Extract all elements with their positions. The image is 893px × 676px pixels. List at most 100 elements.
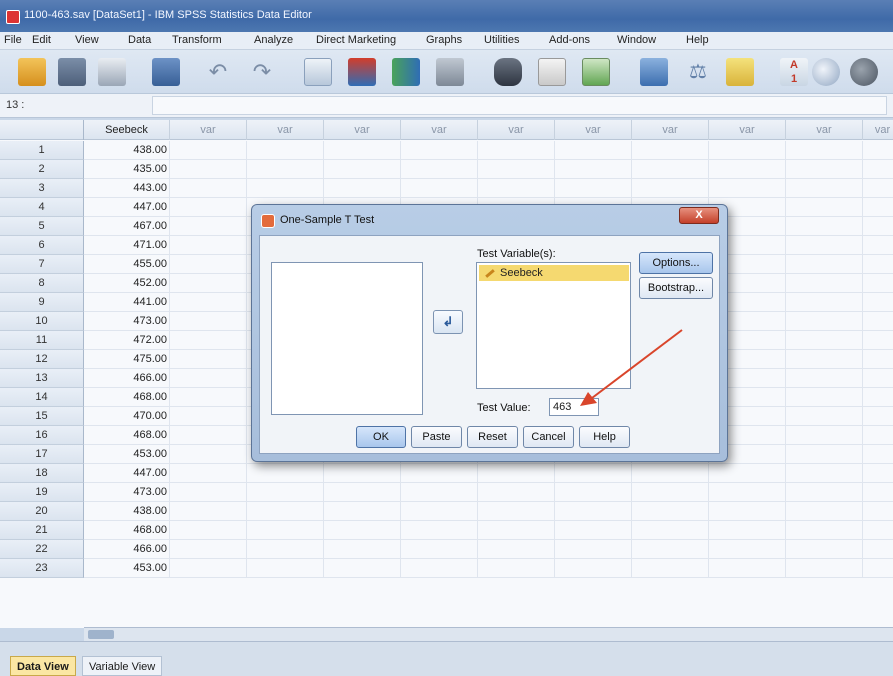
empty-cell[interactable] <box>786 350 863 369</box>
empty-cell[interactable] <box>786 540 863 559</box>
seebeck-cell[interactable]: 468.00 <box>84 426 170 445</box>
row-number[interactable]: 13 <box>0 369 84 388</box>
row-number[interactable]: 3 <box>0 179 84 198</box>
weight-cases-icon[interactable]: ⚖ <box>684 58 712 86</box>
empty-cell[interactable] <box>478 540 555 559</box>
empty-cell[interactable] <box>324 540 401 559</box>
empty-cell[interactable] <box>170 350 247 369</box>
test-value-input[interactable]: 463 <box>549 398 599 416</box>
value-labels-icon[interactable]: A1 <box>780 58 808 86</box>
empty-cell[interactable] <box>170 540 247 559</box>
empty-cell[interactable] <box>709 502 786 521</box>
empty-cell[interactable] <box>247 540 324 559</box>
empty-cell[interactable] <box>478 483 555 502</box>
empty-cell[interactable] <box>786 407 863 426</box>
empty-cell[interactable] <box>709 540 786 559</box>
empty-cell[interactable] <box>863 293 893 312</box>
row-number[interactable]: 10 <box>0 312 84 331</box>
empty-cell[interactable] <box>786 483 863 502</box>
empty-cell[interactable] <box>863 217 893 236</box>
empty-cell[interactable] <box>170 426 247 445</box>
seebeck-cell[interactable]: 472.00 <box>84 331 170 350</box>
empty-cell[interactable] <box>478 179 555 198</box>
row-number[interactable]: 4 <box>0 198 84 217</box>
empty-cell[interactable] <box>555 559 632 578</box>
empty-cell[interactable] <box>863 236 893 255</box>
empty-cell[interactable] <box>170 179 247 198</box>
empty-cell[interactable] <box>247 179 324 198</box>
row-number[interactable]: 14 <box>0 388 84 407</box>
corner-cell[interactable] <box>0 120 84 140</box>
seebeck-cell[interactable]: 473.00 <box>84 312 170 331</box>
empty-cell[interactable] <box>863 331 893 350</box>
empty-cell[interactable] <box>863 312 893 331</box>
column-header-var[interactable]: var <box>863 120 893 140</box>
empty-cell[interactable] <box>863 274 893 293</box>
empty-cell[interactable] <box>170 445 247 464</box>
column-header-var[interactable]: var <box>324 120 401 140</box>
column-header-var[interactable]: var <box>401 120 478 140</box>
empty-cell[interactable] <box>401 141 478 160</box>
empty-cell[interactable] <box>709 483 786 502</box>
empty-cell[interactable] <box>324 160 401 179</box>
empty-cell[interactable] <box>786 521 863 540</box>
menu-edit[interactable]: Edit <box>32 34 51 46</box>
seebeck-cell[interactable]: 466.00 <box>84 540 170 559</box>
row-number[interactable]: 2 <box>0 160 84 179</box>
row-number[interactable]: 23 <box>0 559 84 578</box>
menu-view[interactable]: View <box>75 34 99 46</box>
seebeck-cell[interactable]: 470.00 <box>84 407 170 426</box>
empty-cell[interactable] <box>478 502 555 521</box>
use-sets-icon[interactable] <box>812 58 840 86</box>
empty-cell[interactable] <box>786 388 863 407</box>
horizontal-scrollbar[interactable] <box>84 627 893 641</box>
empty-cell[interactable] <box>863 388 893 407</box>
row-number[interactable]: 11 <box>0 331 84 350</box>
help-button[interactable]: Help <box>579 426 630 448</box>
menu-graphs[interactable]: Graphs <box>426 34 462 46</box>
variables-icon[interactable] <box>392 58 420 86</box>
empty-cell[interactable] <box>863 198 893 217</box>
empty-cell[interactable] <box>863 445 893 464</box>
undo-icon[interactable]: ↶ <box>204 58 232 86</box>
seebeck-cell[interactable]: 475.00 <box>84 350 170 369</box>
empty-cell[interactable] <box>170 141 247 160</box>
menu-window[interactable]: Window <box>617 34 656 46</box>
empty-cell[interactable] <box>786 464 863 483</box>
row-number[interactable]: 6 <box>0 236 84 255</box>
row-number[interactable]: 9 <box>0 293 84 312</box>
empty-cell[interactable] <box>632 160 709 179</box>
empty-cell[interactable] <box>709 141 786 160</box>
row-number[interactable]: 18 <box>0 464 84 483</box>
empty-cell[interactable] <box>247 559 324 578</box>
seebeck-cell[interactable]: 441.00 <box>84 293 170 312</box>
ok-button[interactable]: OK <box>356 426 406 448</box>
empty-cell[interactable] <box>786 502 863 521</box>
paste-button[interactable]: Paste <box>411 426 462 448</box>
empty-cell[interactable] <box>170 369 247 388</box>
empty-cell[interactable] <box>170 502 247 521</box>
empty-cell[interactable] <box>786 445 863 464</box>
empty-cell[interactable] <box>632 179 709 198</box>
empty-cell[interactable] <box>863 350 893 369</box>
menu-help[interactable]: Help <box>686 34 709 46</box>
empty-cell[interactable] <box>247 483 324 502</box>
column-header-var[interactable]: var <box>170 120 247 140</box>
empty-cell[interactable] <box>170 388 247 407</box>
empty-cell[interactable] <box>786 179 863 198</box>
empty-cell[interactable] <box>170 274 247 293</box>
goto-variable-icon[interactable] <box>348 58 376 86</box>
empty-cell[interactable] <box>786 369 863 388</box>
insert-cases-icon[interactable] <box>538 58 566 86</box>
menu-add-ons[interactable]: Add-ons <box>549 34 590 46</box>
empty-cell[interactable] <box>170 312 247 331</box>
row-number[interactable]: 21 <box>0 521 84 540</box>
empty-cell[interactable] <box>170 160 247 179</box>
empty-cell[interactable] <box>324 502 401 521</box>
tab-data-view[interactable]: Data View <box>10 656 76 676</box>
empty-cell[interactable] <box>786 331 863 350</box>
empty-cell[interactable] <box>170 331 247 350</box>
empty-cell[interactable] <box>401 179 478 198</box>
empty-cell[interactable] <box>247 521 324 540</box>
seebeck-cell[interactable]: 468.00 <box>84 521 170 540</box>
